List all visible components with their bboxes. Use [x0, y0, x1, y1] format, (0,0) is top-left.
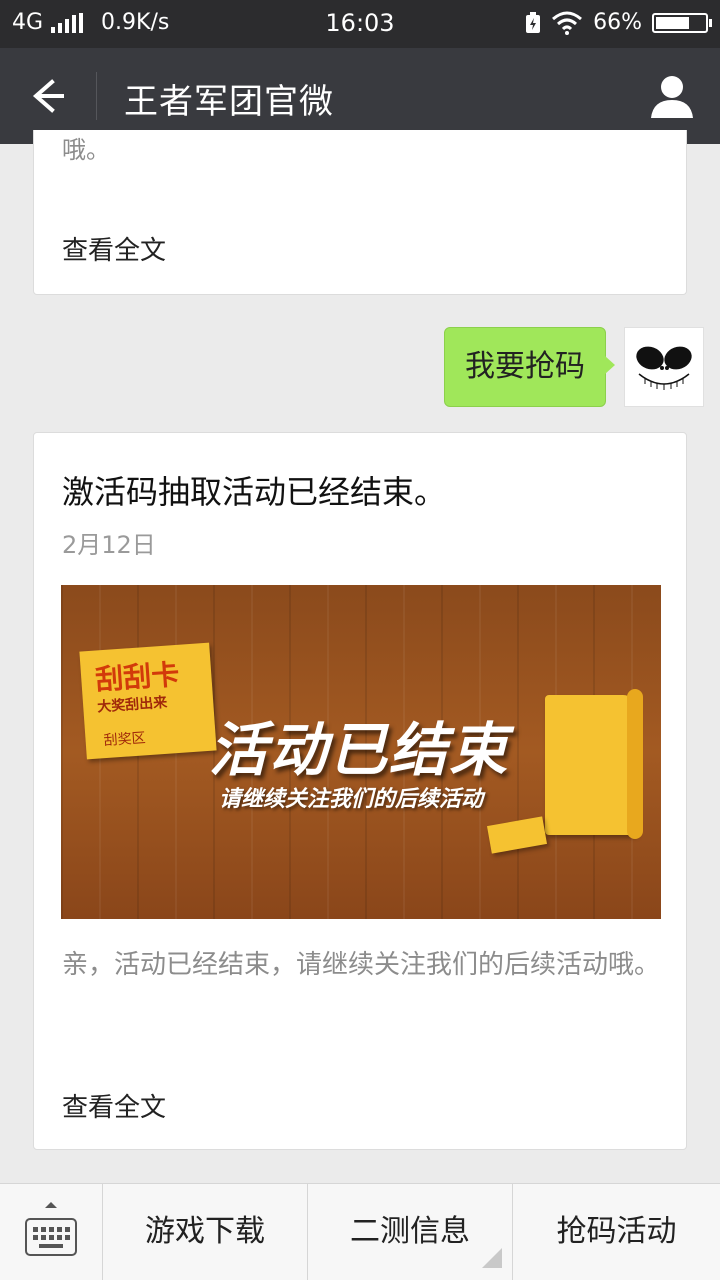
- scratch-card-title: 刮刮卡: [94, 657, 181, 697]
- read-more-link[interactable]: 查看全文: [62, 230, 166, 267]
- back-button[interactable]: [22, 72, 78, 120]
- card-piece-graphic: [486, 816, 548, 854]
- article-card[interactable]: 激活码抽取活动已经结束。 2月12日 刮刮卡 大奖刮出来 刮奖区 活动已结束 请…: [33, 432, 687, 1150]
- user-message-bubble[interactable]: 我要抢码: [444, 327, 615, 407]
- menu-game-download[interactable]: 游戏下载: [103, 1184, 308, 1280]
- read-more-link[interactable]: 查看全文: [62, 1087, 166, 1124]
- arrow-left-icon: [32, 79, 64, 113]
- menu-label: 二测信息: [350, 1214, 470, 1249]
- page-title: 王者军团官微: [124, 82, 334, 122]
- menu-code-event[interactable]: 抢码活动: [513, 1184, 720, 1280]
- profile-button[interactable]: [648, 72, 696, 120]
- keyboard-toggle-button[interactable]: [0, 1184, 103, 1280]
- battery-percent: 66%: [593, 10, 642, 35]
- scratch-card-graphic: 刮刮卡 大奖刮出来 刮奖区: [79, 642, 217, 760]
- bottom-menu-bar: 游戏下载 二测信息 抢码活动: [0, 1183, 720, 1280]
- article-date: 2月12日: [62, 531, 156, 559]
- person-icon: [651, 76, 693, 118]
- scratch-card-area: 刮奖区: [103, 730, 147, 750]
- banner-sub-text: 请继续关注我们的后续活动: [219, 787, 484, 812]
- title-divider: [96, 72, 97, 120]
- menu-label: 抢码活动: [556, 1214, 677, 1249]
- article-banner-image[interactable]: 刮刮卡 大奖刮出来 刮奖区 活动已结束 请继续关注我们的后续活动: [61, 585, 661, 919]
- user-avatar[interactable]: [624, 327, 704, 407]
- battery-icon: [652, 12, 712, 33]
- wifi-icon: [552, 11, 583, 35]
- article-text-fragment: 哦。: [62, 136, 110, 164]
- skull-face-icon: [636, 346, 692, 390]
- scratch-card-subtitle: 大奖刮出来: [96, 694, 168, 716]
- banner-main-text: 活动已结束: [209, 716, 510, 784]
- article-title: 激活码抽取活动已经结束。: [62, 473, 447, 511]
- status-bar: 4G 0.9K/s 16:03 66%: [0, 0, 720, 48]
- article-description: 亲，活动已经结束，请继续关注我们的后续活动哦。: [62, 950, 661, 980]
- chevron-up-icon: [45, 1202, 57, 1208]
- menu-beta-info[interactable]: 二测信息: [308, 1184, 513, 1280]
- keyboard-icon: [25, 1218, 77, 1256]
- torn-card-graphic: [545, 689, 643, 839]
- previous-article-card[interactable]: 哦。 查看全文: [33, 130, 687, 295]
- menu-label: 游戏下载: [145, 1214, 265, 1249]
- charging-icon: [526, 11, 541, 33]
- submenu-indicator-icon: [482, 1248, 502, 1268]
- status-right: 66%: [525, 10, 712, 35]
